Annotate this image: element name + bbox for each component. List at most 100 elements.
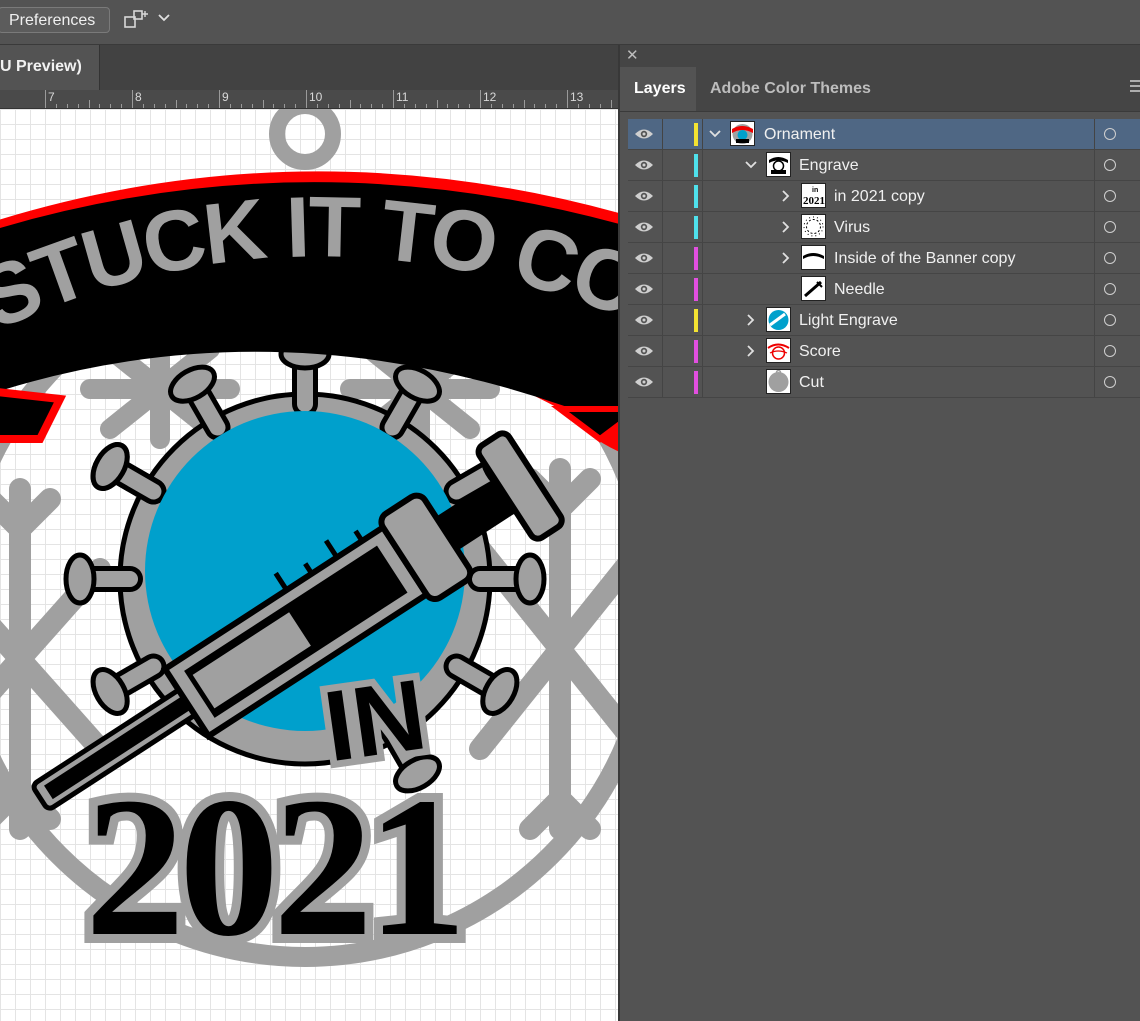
target-circle-icon[interactable] bbox=[1104, 314, 1116, 326]
ruler-tick bbox=[458, 104, 460, 108]
ruler-tick bbox=[327, 104, 329, 108]
ruler-tick bbox=[121, 104, 123, 108]
artboard-canvas[interactable]: STUCK IT TO COVID IN 2021 bbox=[0, 109, 618, 1021]
layer-row-engrave[interactable]: Engrave bbox=[628, 150, 1140, 181]
ruler-tick bbox=[599, 104, 601, 108]
ruler-tick bbox=[480, 90, 481, 108]
column-divider bbox=[662, 119, 663, 149]
tab-adobe-color-themes[interactable]: Adobe Color Themes bbox=[696, 67, 886, 111]
layer-thumbnail: in 2021 bbox=[801, 183, 826, 208]
arrange-documents-icon[interactable] bbox=[122, 8, 150, 32]
column-divider bbox=[702, 150, 703, 180]
layer-name[interactable]: in 2021 copy bbox=[834, 181, 925, 212]
ruler-tick bbox=[371, 104, 373, 108]
target-circle-icon[interactable] bbox=[1104, 159, 1116, 171]
layer-row-in-2021-copy[interactable]: in 2021 in 2021 copy bbox=[628, 181, 1140, 212]
ruler-tick bbox=[99, 104, 101, 108]
ruler-label: 9 bbox=[222, 90, 229, 104]
layer-row-light-engrave[interactable]: Light Engrave bbox=[628, 305, 1140, 336]
ruler-tick bbox=[610, 100, 612, 108]
ruler-tick bbox=[545, 104, 547, 108]
tab-layers[interactable]: Layers bbox=[620, 67, 696, 111]
ruler-tick bbox=[436, 100, 438, 108]
column-divider bbox=[1094, 150, 1095, 180]
column-divider bbox=[702, 212, 703, 242]
layer-color-bar bbox=[694, 340, 698, 363]
layer-row-ornament[interactable]: Ornament bbox=[628, 119, 1140, 150]
ruler-tick bbox=[512, 104, 514, 108]
eye-icon[interactable] bbox=[634, 313, 654, 327]
target-circle-icon[interactable] bbox=[1104, 345, 1116, 357]
chevron-down-icon[interactable] bbox=[156, 10, 172, 26]
layers-list: Ornament Engrave in 2021 in 2021 copy Virus In… bbox=[628, 119, 1140, 398]
layer-row-needle[interactable]: Needle bbox=[628, 274, 1140, 305]
ruler-tick bbox=[45, 90, 46, 108]
eye-icon[interactable] bbox=[634, 220, 654, 234]
eye-icon[interactable] bbox=[634, 251, 654, 265]
ruler-tick bbox=[567, 90, 568, 108]
ornament-artwork[interactable]: STUCK IT TO COVID IN 2021 bbox=[0, 109, 618, 1021]
layer-row-score[interactable]: Score bbox=[628, 336, 1140, 367]
column-divider bbox=[662, 150, 663, 180]
layer-row-cut[interactable]: Cut bbox=[628, 367, 1140, 398]
preferences-button[interactable]: Preferences bbox=[0, 7, 111, 33]
column-divider bbox=[662, 336, 663, 366]
chevron-right-icon[interactable] bbox=[779, 251, 793, 265]
ruler-tick bbox=[262, 100, 264, 108]
target-circle-icon[interactable] bbox=[1104, 190, 1116, 202]
virus-spike-cap bbox=[513, 552, 547, 606]
layer-color-bar bbox=[694, 216, 698, 239]
ruler-tick bbox=[403, 104, 405, 108]
target-circle-icon[interactable] bbox=[1104, 283, 1116, 295]
chevron-right-icon[interactable] bbox=[779, 189, 793, 203]
column-divider bbox=[1094, 305, 1095, 335]
layer-name[interactable]: Score bbox=[799, 336, 841, 367]
ruler-tick bbox=[338, 104, 340, 108]
target-circle-icon[interactable] bbox=[1104, 128, 1116, 140]
close-icon[interactable]: ✕ bbox=[626, 47, 639, 65]
panel-menu-icon[interactable] bbox=[1130, 79, 1140, 93]
document-tab[interactable]: U Preview) bbox=[0, 45, 100, 90]
layer-name[interactable]: Virus bbox=[834, 212, 870, 243]
eye-icon[interactable] bbox=[634, 127, 654, 141]
target-circle-icon[interactable] bbox=[1104, 252, 1116, 264]
ruler-tick bbox=[88, 100, 90, 108]
eye-icon[interactable] bbox=[634, 189, 654, 203]
ruler-tick bbox=[414, 104, 416, 108]
ruler-label: 13 bbox=[570, 90, 584, 104]
target-circle-icon[interactable] bbox=[1104, 221, 1116, 233]
ruler-tick bbox=[469, 104, 471, 108]
ruler-tick bbox=[360, 104, 362, 108]
ruler-tick bbox=[534, 104, 536, 108]
column-divider bbox=[1094, 212, 1095, 242]
layer-thumbnail bbox=[801, 214, 826, 239]
layer-name[interactable]: Inside of the Banner copy bbox=[834, 243, 1015, 274]
panel-header: ✕ bbox=[620, 45, 1140, 67]
chevron-right-icon[interactable] bbox=[779, 220, 793, 234]
ruler-tick bbox=[295, 104, 297, 108]
ruler-tick bbox=[164, 104, 166, 108]
eye-icon[interactable] bbox=[634, 344, 654, 358]
eye-icon[interactable] bbox=[634, 282, 654, 296]
ruler-tick bbox=[240, 104, 242, 108]
chevron-right-icon[interactable] bbox=[744, 313, 758, 327]
layer-name[interactable]: Cut bbox=[799, 367, 824, 398]
chevron-down-icon[interactable] bbox=[744, 158, 758, 172]
chevron-right-icon[interactable] bbox=[744, 344, 758, 358]
eye-icon[interactable] bbox=[634, 375, 654, 389]
layer-name[interactable]: Ornament bbox=[764, 119, 835, 150]
layer-row-inside-of-the-banner-copy[interactable]: Inside of the Banner copy bbox=[628, 243, 1140, 274]
eye-icon[interactable] bbox=[634, 158, 654, 172]
layer-name[interactable]: Needle bbox=[834, 274, 885, 305]
ruler-tick bbox=[110, 104, 112, 108]
column-divider bbox=[662, 212, 663, 242]
ruler-label: 7 bbox=[48, 90, 55, 104]
ruler-tick bbox=[273, 104, 275, 108]
target-circle-icon[interactable] bbox=[1104, 376, 1116, 388]
layer-name[interactable]: Engrave bbox=[799, 150, 859, 181]
ruler-tick bbox=[66, 104, 68, 108]
layer-name[interactable]: Light Engrave bbox=[799, 305, 898, 336]
column-divider bbox=[702, 367, 703, 397]
layer-row-virus[interactable]: Virus bbox=[628, 212, 1140, 243]
chevron-down-icon[interactable] bbox=[708, 127, 722, 141]
